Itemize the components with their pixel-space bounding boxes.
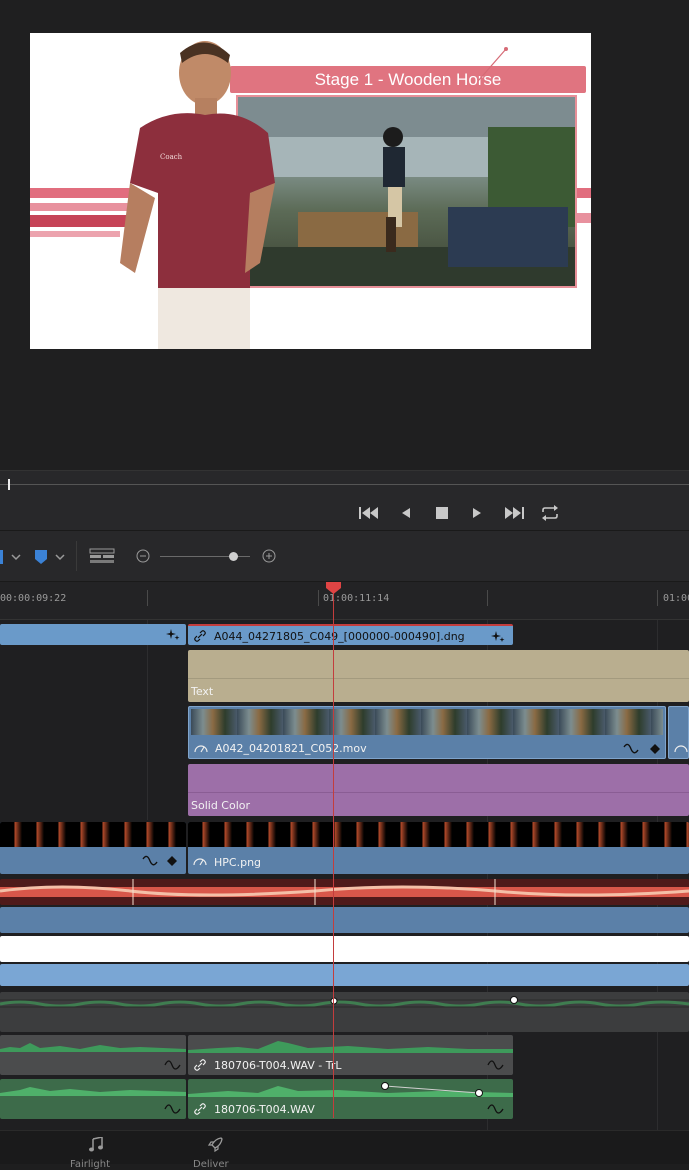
audio-waveform-faint — [0, 996, 689, 1008]
playhead-handle[interactable] — [326, 582, 341, 594]
viewer-panel: Stage 1 - Wooden Horse Coach — [0, 0, 689, 470]
solid-color-clip[interactable]: Solid Color — [188, 764, 689, 816]
speed-gauge-icon — [193, 858, 207, 866]
speed-gauge-icon — [674, 745, 688, 753]
audio-track-lane[interactable] — [0, 992, 689, 1032]
transport-bar — [0, 470, 689, 530]
video-thumbnails — [191, 709, 663, 735]
go-to-start-button[interactable] — [357, 501, 381, 525]
scrub-handle[interactable] — [8, 479, 10, 490]
zoom-in-icon[interactable] — [262, 549, 276, 563]
keyframe-icon — [167, 856, 177, 866]
curve-icon — [142, 855, 158, 866]
video-clip-dng[interactable]: A044_04271805_C049_[000000-000490].dng — [188, 624, 513, 645]
loop-icon — [542, 505, 558, 521]
toolbar-divider — [76, 541, 77, 571]
clip-label: Text — [191, 685, 214, 698]
adjustment-clip[interactable] — [0, 964, 689, 986]
play-icon — [473, 508, 481, 518]
white-clip[interactable] — [0, 936, 689, 962]
clip-label: A044_04271805_C049_[000000-000490].dng — [214, 630, 465, 643]
page-label-deliver[interactable]: Deliver — [193, 1159, 229, 1170]
image-thumbnails — [0, 822, 186, 847]
text-clip[interactable]: Text — [188, 650, 689, 702]
marker-icon[interactable] — [34, 549, 48, 565]
image-clip-left[interactable] — [0, 822, 186, 874]
play-button[interactable] — [465, 501, 489, 525]
clip-label: Solid Color — [191, 799, 251, 812]
audio-waveform — [0, 1087, 186, 1114]
chevron-down-icon[interactable] — [54, 551, 66, 563]
audio-clip-left-a[interactable] — [0, 1035, 186, 1075]
clip-label: HPC.png — [214, 856, 262, 869]
music-note-icon[interactable] — [88, 1137, 104, 1153]
zoom-slider-handle[interactable] — [229, 552, 238, 561]
video-clip-next[interactable] — [668, 706, 689, 759]
skip-forward-icon — [505, 507, 524, 519]
timeline-tracks: A044_04271805_C049_[000000-000490].dng T… — [0, 620, 689, 1130]
graphic-decoration-icon — [477, 47, 508, 82]
rocket-icon[interactable] — [206, 1136, 224, 1154]
play-reverse-icon — [402, 508, 410, 518]
keyframe-icon — [650, 744, 660, 754]
audio-clip-b[interactable]: 180706-T004.WAV — [188, 1079, 513, 1119]
sparkle-icon — [491, 631, 505, 642]
image-thumbnails — [188, 822, 689, 847]
video-clip-left[interactable] — [0, 624, 186, 645]
inset-photo — [236, 95, 577, 288]
skip-back-icon — [359, 507, 378, 519]
page-label-fairlight[interactable]: Fairlight — [70, 1159, 110, 1170]
timeline-view-options-icon[interactable] — [89, 548, 115, 564]
streak-thumbnails — [0, 879, 689, 905]
video-clip-band[interactable] — [0, 907, 689, 933]
stop-icon — [436, 507, 448, 519]
image-clip-hpc[interactable]: HPC.png — [188, 822, 689, 874]
audio-clip-a[interactable]: 180706-T004.WAV - TrL — [188, 1035, 513, 1075]
link-icon — [194, 1103, 206, 1115]
clip-label: 180706-T004.WAV — [214, 1103, 315, 1116]
flag-color-swatch[interactable] — [0, 550, 3, 564]
clip-label: 180706-T004.WAV - TrL — [214, 1059, 342, 1072]
audio-clip-left-b[interactable] — [0, 1079, 186, 1119]
video-clip-mov[interactable]: A042_04201821_C052.mov — [188, 706, 666, 759]
ruler-timecode: 00:00:09:22 — [0, 593, 67, 604]
page-navigation-bar: Fairlight Deliver — [0, 1130, 689, 1170]
timeline-ruler[interactable]: 00:00:09:22 01:00:11:14 01:00 — [0, 582, 689, 620]
loop-button[interactable] — [538, 501, 562, 525]
zoom-out-icon[interactable] — [136, 549, 150, 563]
link-icon — [194, 1059, 206, 1071]
ruler-timecode: 01:00 — [663, 593, 689, 604]
curve-icon — [623, 743, 639, 754]
timeline-toolbar — [0, 530, 689, 582]
clip-label: A042_04201821_C052.mov — [215, 742, 367, 755]
go-to-end-button[interactable] — [502, 501, 526, 525]
previous-frame-button[interactable] — [394, 501, 418, 525]
video-frame: Stage 1 - Wooden Horse Coach — [30, 33, 591, 349]
graphic-clip-streaks[interactable] — [0, 879, 689, 905]
sparkle-icon — [166, 629, 180, 640]
audio-waveform — [0, 1043, 186, 1070]
inset-photo-scene — [238, 97, 575, 286]
playhead-line[interactable] — [333, 582, 334, 1118]
stop-button[interactable] — [430, 501, 454, 525]
speed-gauge-icon — [194, 745, 208, 753]
graphic-title-bar: Stage 1 - Wooden Horse — [230, 66, 586, 93]
presenter-figure: Coach — [120, 41, 275, 349]
scrub-track[interactable] — [0, 484, 689, 485]
shirt-text: Coach — [160, 153, 183, 161]
link-icon — [194, 630, 206, 642]
chevron-down-icon[interactable] — [10, 551, 22, 563]
